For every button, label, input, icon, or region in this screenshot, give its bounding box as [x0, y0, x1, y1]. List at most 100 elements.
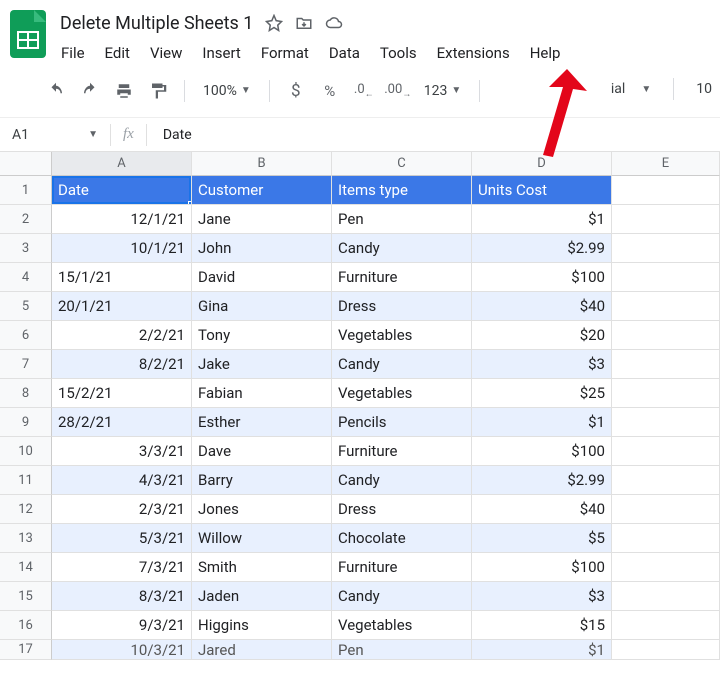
currency-button[interactable]: $ [282, 77, 310, 105]
cell[interactable] [612, 176, 720, 205]
cell[interactable]: Units Cost [472, 176, 612, 205]
row-header[interactable]: 15 [0, 582, 52, 611]
doc-title[interactable]: Delete Multiple Sheets 1 [58, 13, 253, 34]
cell[interactable]: $40 [472, 495, 612, 524]
star-icon[interactable] [265, 14, 283, 32]
cell[interactable]: Vegetables [332, 321, 472, 350]
cell[interactable]: 12/1/21 [52, 205, 192, 234]
cell[interactable]: Tony [192, 321, 332, 350]
cell[interactable]: Smith [192, 553, 332, 582]
move-folder-icon[interactable] [295, 14, 313, 32]
zoom-dropdown[interactable]: 100% ▼ [197, 83, 257, 99]
row-header[interactable]: 4 [0, 263, 52, 292]
cell[interactable]: Higgins [192, 611, 332, 640]
select-all-corner[interactable] [0, 152, 52, 176]
font-dropdown-partial[interactable]: ial [611, 81, 625, 97]
cell[interactable]: 8/2/21 [52, 350, 192, 379]
cell[interactable]: 2/2/21 [52, 321, 192, 350]
cell[interactable] [612, 524, 720, 553]
cell[interactable] [612, 640, 720, 660]
row-header[interactable]: 5 [0, 292, 52, 321]
cell[interactable]: Esther [192, 408, 332, 437]
col-header-d[interactable]: D [472, 152, 612, 176]
cell[interactable]: Customer [192, 176, 332, 205]
cell[interactable]: Furniture [332, 553, 472, 582]
row-header[interactable]: 1 [0, 176, 52, 205]
col-header-b[interactable]: B [192, 152, 332, 176]
row-header[interactable]: 9 [0, 408, 52, 437]
row-header[interactable]: 13 [0, 524, 52, 553]
cell[interactable] [612, 205, 720, 234]
cell[interactable]: Fabian [192, 379, 332, 408]
cell[interactable]: $40 [472, 292, 612, 321]
menu-data[interactable]: Data [320, 40, 369, 66]
undo-button[interactable] [42, 77, 70, 105]
increase-decimal-button[interactable]: .00→ [384, 77, 412, 105]
cell[interactable]: Candy [332, 582, 472, 611]
cell[interactable]: $1 [472, 408, 612, 437]
menu-view[interactable]: View [141, 40, 191, 66]
cell[interactable] [612, 611, 720, 640]
cell[interactable]: Jake [192, 350, 332, 379]
decrease-decimal-button[interactable]: .0← [350, 77, 378, 105]
cell[interactable]: 10/1/21 [52, 234, 192, 263]
cell[interactable]: Candy [332, 350, 472, 379]
cell[interactable]: $3 [472, 582, 612, 611]
row-header[interactable]: 6 [0, 321, 52, 350]
cell[interactable]: Pencils [332, 408, 472, 437]
col-header-c[interactable]: C [332, 152, 472, 176]
cell[interactable]: Jaden [192, 582, 332, 611]
number-format-dropdown[interactable]: 123 ▼ [418, 83, 468, 99]
cell[interactable] [612, 234, 720, 263]
cell[interactable]: Candy [332, 234, 472, 263]
cell[interactable]: $1 [472, 640, 612, 660]
cell[interactable]: $100 [472, 553, 612, 582]
cell[interactable]: $100 [472, 263, 612, 292]
cell[interactable]: 8/3/21 [52, 582, 192, 611]
menu-format[interactable]: Format [252, 40, 318, 66]
menu-tools[interactable]: Tools [371, 40, 426, 66]
cell[interactable]: 7/3/21 [52, 553, 192, 582]
cell[interactable]: $2.99 [472, 466, 612, 495]
cell[interactable]: Vegetables [332, 379, 472, 408]
cell[interactable]: $5 [472, 524, 612, 553]
cell[interactable]: $1 [472, 205, 612, 234]
menu-help[interactable]: Help [521, 40, 570, 66]
formula-value[interactable]: Date [147, 127, 192, 143]
percent-button[interactable]: % [316, 77, 344, 105]
menu-extensions[interactable]: Extensions [428, 40, 519, 66]
cell[interactable]: Willow [192, 524, 332, 553]
row-header[interactable]: 12 [0, 495, 52, 524]
cell[interactable]: 4/3/21 [52, 466, 192, 495]
cell[interactable]: 9/3/21 [52, 611, 192, 640]
cell[interactable]: 2/3/21 [52, 495, 192, 524]
cell[interactable]: Furniture [332, 437, 472, 466]
cell[interactable]: 3/3/21 [52, 437, 192, 466]
cell[interactable] [612, 379, 720, 408]
cell[interactable]: Furniture [332, 263, 472, 292]
cell[interactable]: David [192, 263, 332, 292]
paint-format-button[interactable] [144, 77, 172, 105]
cell[interactable] [612, 437, 720, 466]
cell[interactable] [612, 466, 720, 495]
cell[interactable]: Pen [332, 640, 472, 660]
cell[interactable]: Pen [332, 205, 472, 234]
row-header[interactable]: 7 [0, 350, 52, 379]
menu-edit[interactable]: Edit [96, 40, 139, 66]
cell[interactable] [612, 350, 720, 379]
cell[interactable]: Jones [192, 495, 332, 524]
cell[interactable]: $3 [472, 350, 612, 379]
cell[interactable] [612, 495, 720, 524]
cell[interactable]: Gina [192, 292, 332, 321]
row-header[interactable]: 2 [0, 205, 52, 234]
cell[interactable]: Barry [192, 466, 332, 495]
cell[interactable]: $20 [472, 321, 612, 350]
row-header[interactable]: 14 [0, 553, 52, 582]
cell[interactable]: Dave [192, 437, 332, 466]
cell[interactable]: $25 [472, 379, 612, 408]
cell[interactable]: 28/2/21 [52, 408, 192, 437]
cell[interactable] [612, 263, 720, 292]
cell[interactable]: Jared [192, 640, 332, 660]
cloud-status-icon[interactable] [325, 14, 343, 32]
cell[interactable]: 15/1/21 [52, 263, 192, 292]
